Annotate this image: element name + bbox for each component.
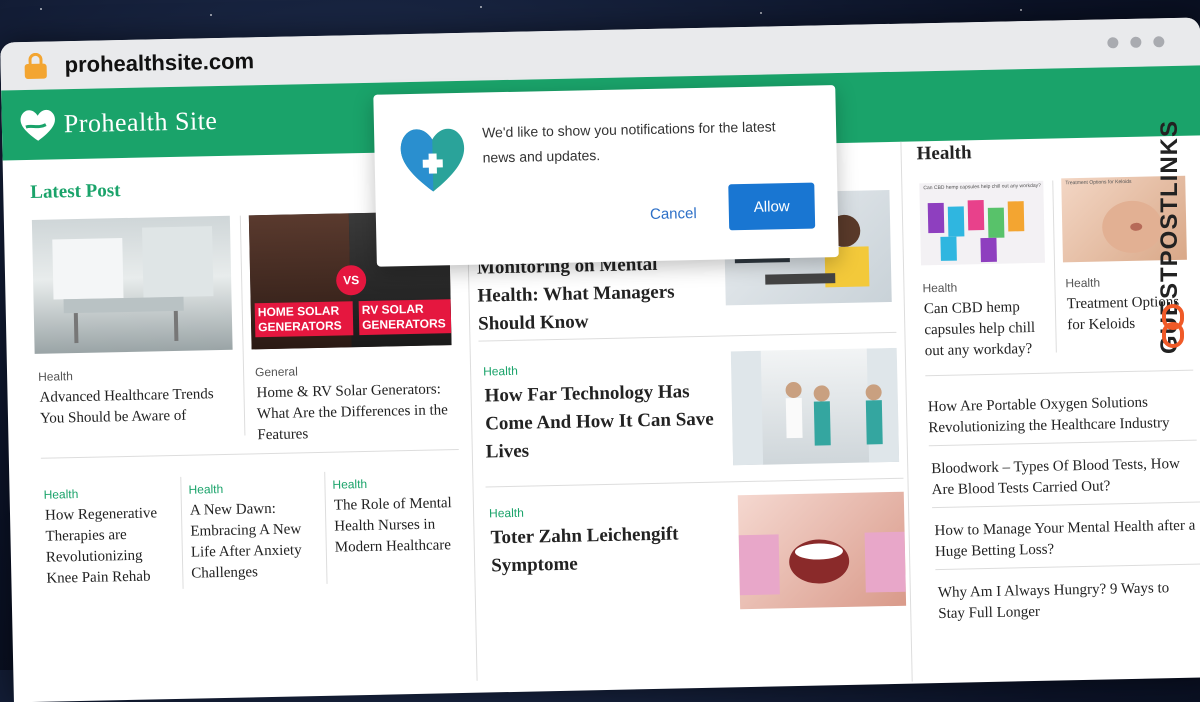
card-title[interactable]: How Regenerative Therapies are Revolutio… [45, 503, 175, 590]
sidebar-link[interactable]: How Are Portable Oxygen Solutions Revolu… [928, 392, 1191, 439]
lock-icon [24, 52, 47, 80]
card-title[interactable]: Advanced Healthcare Trends You Should be… [39, 384, 230, 430]
cbd-capsules-thumbnail[interactable]: Can CBD hemp capsules help chill out any… [919, 180, 1045, 266]
hospital-ward-thumbnail[interactable] [31, 215, 233, 354]
sidebar-link[interactable]: How to Manage Your Mental Health after a… [934, 516, 1197, 563]
dental-exam-thumbnail[interactable] [737, 491, 907, 610]
card-category[interactable]: General [255, 364, 298, 379]
window-menu-dots[interactable] [1107, 36, 1165, 49]
card-category[interactable]: Health [188, 482, 223, 497]
thumb-label-right: RV SOLAR GENERATORS [358, 299, 452, 336]
site-heart-icon [394, 119, 472, 197]
sidebar-link[interactable]: Bloodwork – Types Of Blood Tests, How Ar… [931, 454, 1196, 502]
card-title[interactable]: A New Dawn: Embracing A New Life After A… [190, 498, 318, 585]
site-logo-text[interactable]: Prohealth Site [64, 106, 218, 139]
latest-post-heading: Latest Post [30, 180, 121, 203]
card-title[interactable]: Home & RV Solar Generators: What Are the… [256, 379, 457, 446]
sidebar-link[interactable]: Why Am I Always Hungry? 9 Ways to Stay F… [938, 578, 1197, 625]
card-category[interactable]: Health [332, 477, 367, 492]
card-category[interactable]: Health [38, 369, 73, 384]
allow-button[interactable]: Allow [728, 182, 816, 231]
address-bar-url[interactable]: prohealthsite.com [64, 48, 254, 78]
card-title[interactable]: The Role of Mental Health Nurses in Mode… [334, 493, 465, 559]
chain-link-icon [1160, 304, 1186, 348]
article-title[interactable]: Toter Zahn Leichengift Symptome [490, 520, 721, 581]
browser-window: prohealthsite.com Prohealth Site Latest … [0, 17, 1200, 702]
card-title[interactable]: Can CBD hemp capsules help chill out any… [924, 297, 1047, 363]
cancel-button[interactable]: Cancel [626, 198, 722, 230]
hospital-corridor-thumbnail[interactable] [730, 347, 900, 466]
card-category[interactable]: Health [489, 506, 524, 521]
notification-message: We'd like to show you notifications for … [481, 118, 776, 166]
card-category[interactable]: Health [483, 364, 518, 379]
card-category[interactable]: Health [922, 281, 957, 296]
notification-permission-dialog: We'd like to show you notifications for … [373, 85, 839, 267]
article-title[interactable]: How Far Technology Has Come And How It C… [484, 378, 716, 467]
sidebar-heading: Health [916, 142, 972, 165]
heart-hand-logo-icon[interactable] [17, 106, 58, 143]
card-category[interactable]: Health [1065, 276, 1100, 291]
card-category[interactable]: Health [43, 487, 78, 502]
thumb-label-left: HOME SOLAR GENERATORS [254, 301, 354, 338]
